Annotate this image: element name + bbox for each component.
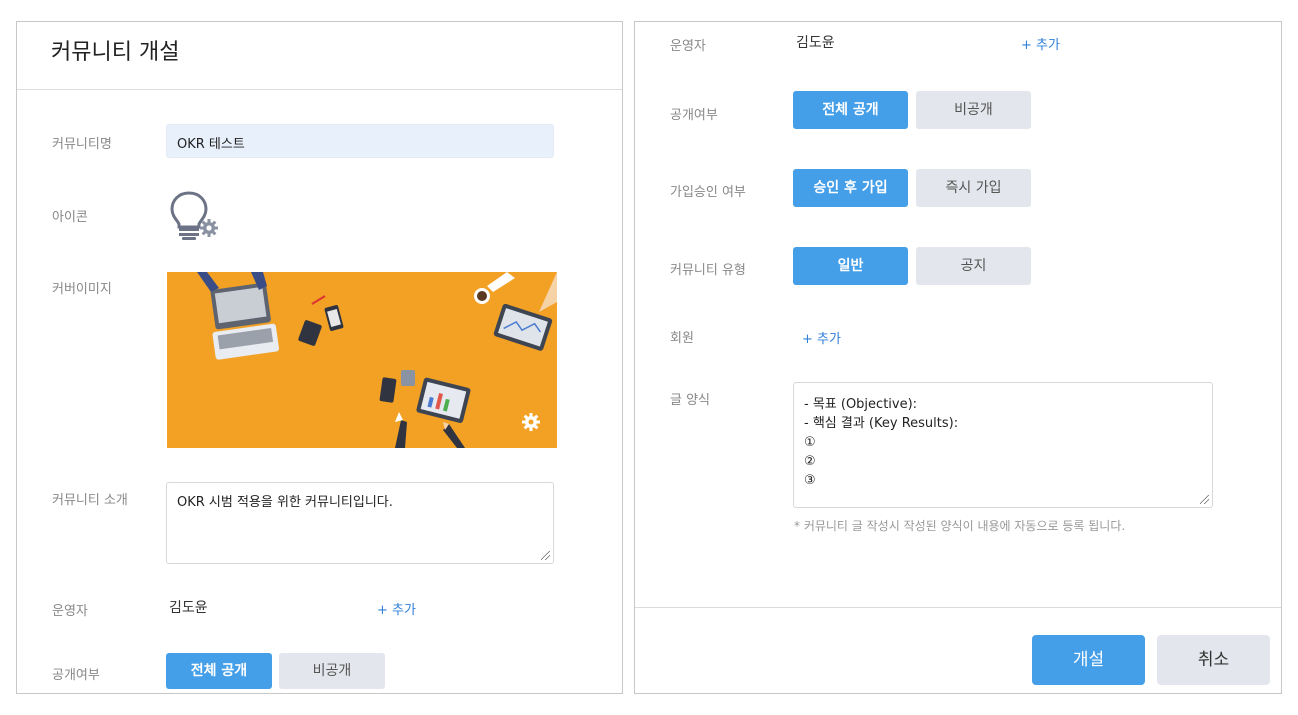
template-line: - 핵심 결과 (Key Results): [804, 416, 959, 431]
public-all-button[interactable]: 전체 공개 [166, 653, 272, 689]
cover-gear-icon [522, 413, 540, 431]
type-general-button[interactable]: 일반 [793, 247, 908, 285]
public-label: 공개여부 [670, 108, 718, 123]
dialog-header: 커뮤니티 개설 [17, 22, 622, 90]
type-notice-button[interactable]: 공지 [916, 247, 1031, 285]
operator-label: 운영자 [52, 604, 88, 619]
template-line: ③ [804, 473, 816, 488]
approval-label: 가입승인 여부 [670, 185, 746, 200]
community-icon-picker[interactable] [167, 190, 223, 242]
template-line: - 목표 (Objective): [804, 397, 918, 412]
template-note: * 커뮤니티 글 작성시 작성된 양식이 내용에 자동으로 등록 됩니다. [794, 519, 1126, 533]
approval-required-button[interactable]: 승인 후 가입 [793, 169, 908, 207]
icon-label: 아이콘 [52, 210, 88, 225]
community-type-label: 커뮤니티 유형 [670, 263, 746, 278]
instant-join-button[interactable]: 즉시 가입 [916, 169, 1031, 207]
cover-image[interactable] [167, 272, 557, 448]
cover-image-label: 커버이미지 [52, 282, 112, 297]
community-intro-label: 커뮤니티 소개 [52, 493, 128, 508]
page-title: 커뮤니티 개설 [51, 40, 180, 65]
public-private-button[interactable]: 비공개 [916, 91, 1031, 129]
resize-grip-icon[interactable] [1200, 495, 1209, 504]
public-private-button[interactable]: 비공개 [279, 653, 385, 689]
community-intro-value: OKR 시범 적용을 위한 커뮤니티입니다. [177, 495, 393, 510]
gear-icon[interactable] [200, 219, 218, 237]
add-member-link[interactable]: + 추가 [802, 328, 841, 347]
cancel-button[interactable]: 취소 [1157, 635, 1270, 685]
operator-label: 운영자 [670, 39, 706, 54]
public-label: 공개여부 [52, 668, 100, 683]
resize-grip-icon[interactable] [541, 551, 550, 560]
public-all-button[interactable]: 전체 공개 [793, 91, 908, 129]
operator-value: 김도윤 [169, 600, 208, 616]
community-name-label: 커뮤니티명 [52, 137, 112, 152]
operator-value: 김도윤 [796, 35, 835, 51]
community-name-input[interactable]: OKR 테스트 [166, 124, 554, 158]
footer-divider [635, 607, 1281, 608]
add-operator-link[interactable]: + 추가 [377, 599, 416, 618]
create-community-panel-right: 운영자 김도윤 + 추가 공개여부 전체 공개 비공개 가입승인 여부 승인 후… [634, 21, 1282, 694]
create-button[interactable]: 개설 [1032, 635, 1145, 685]
template-line: ① [804, 435, 816, 450]
add-operator-link[interactable]: + 추가 [1021, 34, 1060, 53]
post-template-label: 글 양식 [670, 393, 711, 408]
member-label: 회원 [670, 331, 694, 346]
post-template-textarea[interactable]: - 목표 (Objective): - 핵심 결과 (Key Results):… [793, 382, 1213, 508]
template-line: ② [804, 454, 816, 469]
community-intro-textarea[interactable]: OKR 시범 적용을 위한 커뮤니티입니다. [166, 482, 554, 564]
cover-illustration [167, 272, 557, 448]
create-community-panel-left: 커뮤니티 개설 커뮤니티명 OKR 테스트 아이콘 커버이미지 커뮤니티 소개 … [16, 21, 623, 694]
